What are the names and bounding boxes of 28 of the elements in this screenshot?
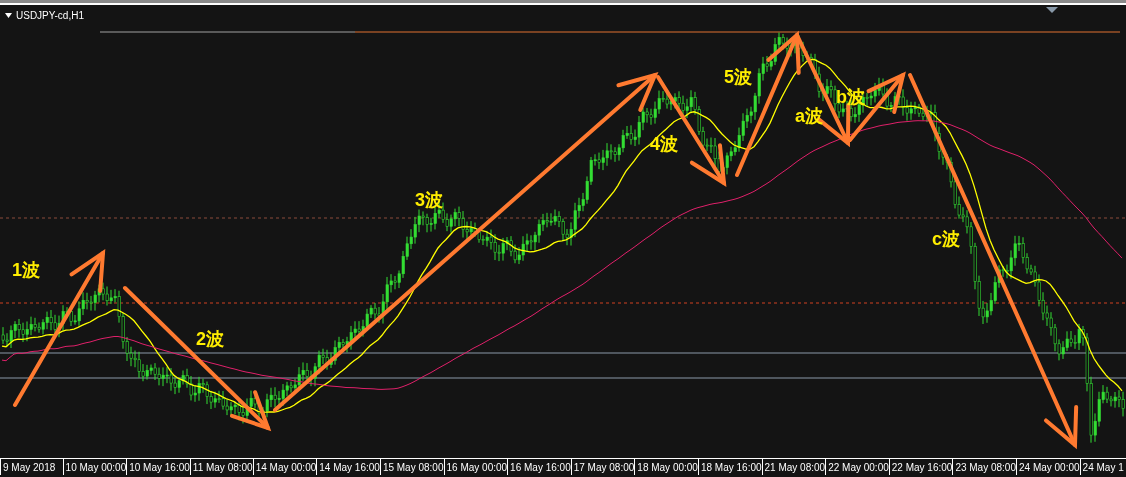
- time-axis-label: 10 May 00:00: [62, 459, 127, 475]
- time-axis-label: 21 May 08:00: [761, 459, 826, 475]
- wave-label: a波: [795, 105, 823, 128]
- scroll-marker-icon: [1046, 7, 1058, 13]
- wave-label: c波: [932, 228, 960, 251]
- time-axis-label: 11 May 08:00: [189, 459, 253, 475]
- wave-label: 3波: [415, 189, 443, 212]
- time-axis-label: 14 May 00:00: [252, 459, 317, 475]
- time-axis-label: 10 May 16:00: [126, 459, 190, 475]
- wave-label: 4波: [650, 133, 678, 156]
- time-axis-label: 14 May 16:00: [316, 459, 380, 475]
- time-axis-label: 17 May 08:00: [570, 459, 635, 475]
- wave-label: 1波: [12, 259, 40, 282]
- time-axis-label: 16 May 16:00: [507, 459, 571, 475]
- time-axis-label: 9 May 2018: [0, 459, 63, 475]
- time-axis-label: 18 May 16:00: [697, 459, 762, 475]
- wave-label: 5波: [724, 66, 752, 89]
- time-axis-label: 23 May 08:00: [952, 459, 1016, 475]
- time-axis-label: 18 May 00:00: [634, 459, 698, 475]
- time-axis-label: 22 May 16:00: [888, 459, 953, 475]
- time-axis-label: 15 May 08:00: [379, 459, 444, 475]
- dropdown-icon[interactable]: [5, 13, 12, 18]
- time-axis-label: 16 May 00:00: [443, 459, 508, 475]
- wave-label: 2波: [196, 328, 224, 351]
- time-axis-label: 22 May 00:00: [825, 459, 889, 475]
- chart-title: USDJPY-cd,H1: [16, 10, 84, 21]
- time-axis-label: 24 May 00:00: [1016, 459, 1080, 475]
- time-axis-label: 24 May 1: [1079, 459, 1126, 475]
